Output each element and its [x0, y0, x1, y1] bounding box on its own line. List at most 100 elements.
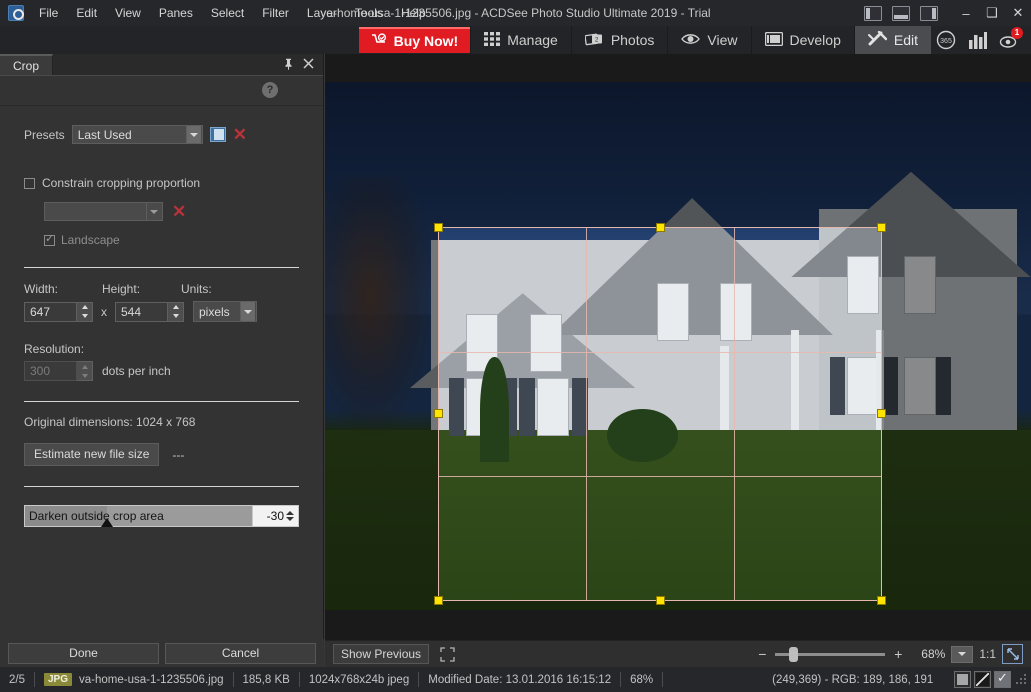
ratio-row: ✕	[24, 202, 299, 221]
width-stepper[interactable]	[77, 301, 93, 322]
chart-bars-icon[interactable]	[963, 26, 993, 54]
width-input[interactable]: 647	[24, 301, 77, 322]
tab-crop[interactable]: Crop	[0, 54, 54, 75]
landscape-row[interactable]: Landscape	[24, 233, 299, 247]
window-shape	[656, 282, 689, 341]
expand-icon[interactable]	[437, 644, 457, 664]
resolution-label-row: Resolution:	[24, 342, 299, 356]
divider-1	[24, 267, 299, 268]
darken-stepper[interactable]	[284, 511, 295, 521]
zoom-slider[interactable]	[775, 646, 886, 662]
cancel-button[interactable]: Cancel	[165, 642, 316, 664]
mode-manage[interactable]: Manage	[470, 26, 571, 54]
ratio-select[interactable]	[44, 202, 163, 221]
panel-left-icon[interactable]	[864, 5, 882, 21]
darken-slider-thumb[interactable]	[100, 518, 113, 527]
presets-row: Presets Last Used ✕	[24, 125, 299, 144]
checkmark-swatch-icon[interactable]	[994, 670, 1011, 688]
svg-text:365: 365	[940, 38, 952, 45]
presets-select[interactable]: Last Used	[71, 125, 203, 144]
zoom-slider-knob[interactable]	[789, 646, 799, 662]
dimension-inputs-row: 647 x 544 pixels	[24, 301, 299, 322]
365-icon[interactable]: 365	[931, 26, 961, 54]
height-input[interactable]: 544	[115, 301, 168, 322]
panel-right-icon[interactable]	[920, 5, 938, 21]
shutter-shape	[935, 356, 952, 415]
clear-x-icon[interactable]: ✕	[172, 203, 186, 220]
units-select[interactable]: pixels	[193, 301, 257, 322]
panel-bottom-icon[interactable]	[892, 5, 910, 21]
lawn-region	[325, 430, 1031, 610]
tab-crop-label: Crop	[13, 58, 40, 73]
panel-tab-tools	[283, 54, 323, 75]
height-stepper[interactable]	[168, 301, 184, 322]
landscape-label: Landscape	[61, 233, 120, 247]
minus-icon[interactable]: −	[755, 647, 769, 661]
close-icon[interactable]	[303, 58, 314, 71]
panel-tab-bar: Crop	[0, 54, 323, 76]
darken-value-field[interactable]: -30	[253, 505, 299, 527]
menu-tools[interactable]: Tools	[346, 2, 392, 24]
minimize-button[interactable]: –	[953, 0, 979, 26]
resolution-stepper[interactable]	[77, 361, 93, 381]
mode-toolbar: Buy Now! Manage 2 Photos View Develop Ed…	[0, 26, 1031, 54]
menu-edit[interactable]: Edit	[67, 2, 106, 24]
pin-icon[interactable]	[283, 58, 294, 72]
menu-view[interactable]: View	[106, 2, 150, 24]
notifications-icon[interactable]: 1	[995, 26, 1025, 54]
photo-canvas[interactable]	[325, 82, 1031, 610]
constrain-row[interactable]: Constrain cropping proportion	[24, 176, 299, 190]
presets-label: Presets	[24, 127, 65, 142]
status-zoom-label: 68%	[630, 673, 654, 686]
menu-filter[interactable]: Filter	[253, 2, 298, 24]
maximize-button[interactable]: ❑	[979, 0, 1005, 26]
times-label: x	[101, 304, 107, 319]
image-viewer[interactable]	[325, 54, 1031, 640]
darken-slider-track[interactable]: Darken outside crop area	[24, 505, 253, 527]
fit-to-window-icon[interactable]	[1002, 644, 1023, 664]
mode-photos[interactable]: 2 Photos	[570, 26, 668, 54]
darken-slider-row[interactable]: Darken outside crop area -30	[24, 505, 299, 527]
zoom-controls: − + 68% 1:1	[755, 644, 1023, 664]
resolution-input[interactable]: 300	[24, 361, 77, 381]
porch-post-shape	[720, 346, 729, 431]
menu-file[interactable]: File	[30, 2, 67, 24]
landscape-checkbox[interactable]	[44, 233, 55, 246]
crop-panel-footer: Done Cancel	[0, 639, 324, 667]
eye-icon	[681, 32, 701, 49]
plain-swatch-icon[interactable]	[954, 671, 971, 688]
mode-manage-label: Manage	[507, 32, 558, 48]
mode-develop-label: Develop	[789, 32, 841, 48]
diagonal-swatch-icon[interactable]	[974, 671, 991, 688]
menu-layer[interactable]: Layer	[298, 2, 346, 24]
mode-develop[interactable]: Develop	[750, 26, 854, 54]
original-dimensions-row: Original dimensions: 1024 x 768	[24, 415, 299, 429]
divider-2	[24, 401, 299, 402]
estimate-file-size-button[interactable]: Estimate new file size	[24, 443, 160, 466]
menu-select[interactable]: Select	[202, 2, 253, 24]
ratio-1-1-button[interactable]: 1:1	[979, 647, 996, 661]
viewer-toolbar: Show Previous − + 68% 1:1	[325, 640, 1031, 667]
mode-view[interactable]: View	[667, 26, 750, 54]
delete-x-icon[interactable]: ✕	[233, 126, 247, 143]
mode-edit[interactable]: Edit	[853, 26, 931, 54]
done-button[interactable]: Done	[8, 642, 159, 664]
width-label: Width:	[24, 282, 59, 296]
menu-panes[interactable]: Panes	[150, 2, 202, 24]
plus-icon[interactable]: +	[891, 647, 905, 661]
resize-grip-icon[interactable]	[1016, 673, 1028, 686]
buy-now-button[interactable]: Buy Now!	[358, 27, 471, 53]
grid-icon	[484, 31, 501, 49]
show-previous-button[interactable]: Show Previous	[333, 644, 430, 664]
menu-help[interactable]: Help	[392, 2, 435, 24]
close-button[interactable]: ✕	[1005, 0, 1031, 26]
constrain-checkbox[interactable]	[24, 177, 35, 189]
porch-post-shape	[875, 330, 885, 431]
save-icon[interactable]	[209, 127, 226, 142]
application-window: File Edit View Panes Select Filter Layer…	[0, 0, 1031, 692]
question-icon[interactable]: ?	[262, 82, 278, 98]
window-shape	[529, 314, 562, 373]
units-value: pixels	[199, 304, 230, 319]
zoom-dropdown-button[interactable]	[951, 645, 974, 663]
dimensions-label: 1024x768x24b jpeg	[308, 673, 410, 686]
